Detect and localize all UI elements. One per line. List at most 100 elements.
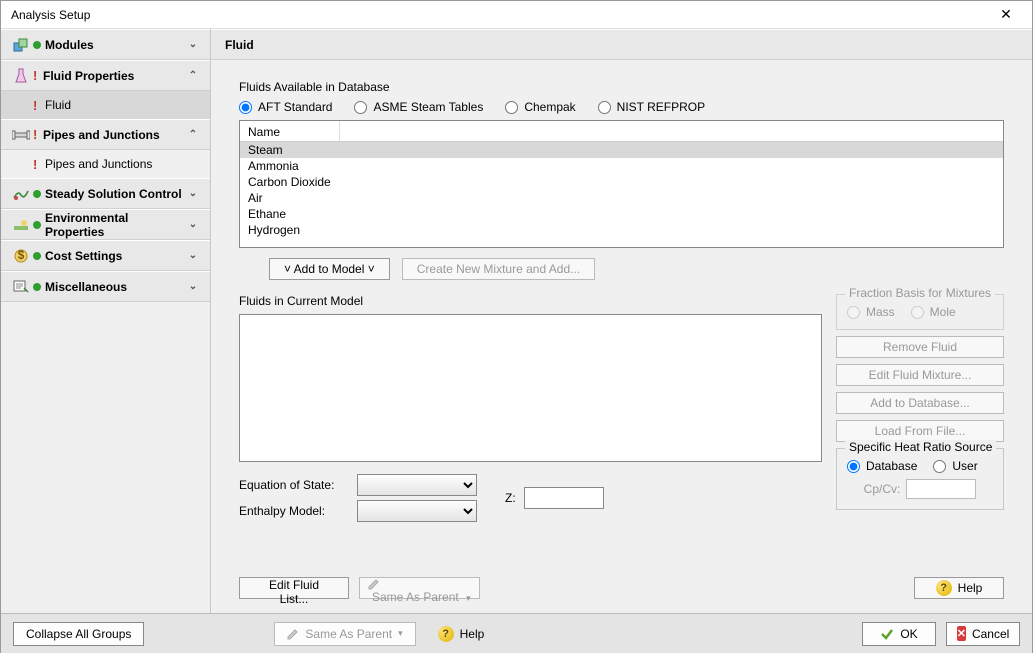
status-dot-icon: [33, 252, 41, 260]
content-title: Fluid: [211, 29, 1032, 60]
radio-chempak[interactable]: Chempak: [505, 100, 575, 114]
current-label: Fluids in Current Model: [239, 294, 822, 308]
db-label: Fluids Available in Database: [239, 80, 1004, 94]
status-dot-icon: [33, 221, 41, 229]
remove-fluid-button: Remove Fluid: [836, 336, 1004, 358]
chevron-up-icon: ⌃: [184, 129, 202, 140]
sidebar-item-pipes-junctions-sub[interactable]: ! Pipes and Junctions: [1, 150, 210, 178]
list-item[interactable]: Ethane: [240, 206, 1003, 222]
x-icon: ✕: [957, 626, 966, 641]
collapse-all-button[interactable]: Collapse All Groups: [13, 622, 144, 646]
sidebar-label: Fluid: [45, 98, 71, 112]
enthalpy-label: Enthalpy Model:: [239, 504, 349, 518]
sidebar-label: Cost Settings: [45, 249, 184, 263]
check-icon: [880, 627, 894, 641]
current-model-list[interactable]: [239, 314, 822, 462]
z-input[interactable]: [524, 487, 604, 509]
chevron-down-icon: ⌄: [184, 250, 202, 261]
cpcv-label: Cp/Cv:: [864, 482, 901, 496]
load-from-file-button: Load From File...: [836, 420, 1004, 442]
heat-ratio-group: Specific Heat Ratio Source Database User…: [836, 448, 1004, 510]
cancel-button[interactable]: ✕ Cancel: [946, 622, 1020, 646]
chevron-down-icon: ⌄: [184, 39, 202, 50]
add-to-db-button: Add to Database...: [836, 392, 1004, 414]
cost-icon: $: [9, 249, 33, 263]
db-radio-row: AFT Standard ASME Steam Tables Chempak N…: [239, 100, 1004, 114]
pencil-icon: [368, 578, 471, 590]
create-mixture-button: Create New Mixture and Add...: [402, 258, 595, 280]
help-icon: ?: [438, 626, 454, 642]
close-button[interactable]: ✕: [986, 2, 1026, 28]
list-item[interactable]: Ammonia: [240, 158, 1003, 174]
sidebar-item-fluid[interactable]: ! Fluid: [1, 91, 210, 119]
sidebar: Modules ⌄ ! Fluid Properties ⌃ ! Fluid !…: [1, 29, 211, 613]
z-label: Z:: [505, 491, 516, 505]
fraction-basis-group: Fraction Basis for Mixtures Mass Mole: [836, 294, 1004, 330]
modules-icon: [9, 38, 33, 52]
sidebar-label: Environmental Properties: [45, 211, 184, 239]
chevron-up-icon: ⌃: [184, 70, 202, 81]
sidebar-label: Modules: [45, 38, 184, 52]
help-icon: ?: [936, 580, 952, 596]
fluid-database-list[interactable]: Name Steam Ammonia Carbon Dioxide Air Et…: [239, 120, 1004, 248]
radio-user[interactable]: User: [933, 459, 977, 473]
sidebar-item-steady-solution[interactable]: Steady Solution Control ⌄: [1, 178, 210, 209]
sidebar-item-pipes-junctions[interactable]: ! Pipes and Junctions ⌃: [1, 119, 210, 150]
window-title: Analysis Setup: [7, 8, 90, 22]
sidebar-label: Pipes and Junctions: [43, 128, 184, 142]
steady-icon: [9, 187, 33, 201]
edit-fluid-list-button[interactable]: Edit Fluid List...: [239, 577, 349, 599]
chevron-down-icon: ⌄: [184, 281, 202, 292]
warning-icon: !: [33, 68, 39, 83]
list-item[interactable]: Carbon Dioxide: [240, 174, 1003, 190]
list-item[interactable]: Steam: [240, 142, 1003, 158]
chevron-down-icon: ⌄: [184, 188, 202, 199]
flask-icon: [9, 68, 33, 84]
warning-icon: !: [33, 157, 39, 172]
col-name[interactable]: Name: [240, 121, 340, 141]
list-item[interactable]: Hydrogen: [240, 222, 1003, 238]
sidebar-item-cost[interactable]: $ Cost Settings ⌄: [1, 240, 210, 271]
radio-mole: Mole: [911, 305, 956, 319]
enthalpy-select[interactable]: [357, 500, 477, 522]
radio-asme-steam[interactable]: ASME Steam Tables: [354, 100, 483, 114]
cpcv-input: [906, 479, 976, 499]
sidebar-item-misc[interactable]: Miscellaneous ⌄: [1, 271, 210, 302]
sidebar-label: Steady Solution Control: [45, 187, 184, 201]
pipes-icon: [9, 129, 33, 141]
radio-database[interactable]: Database: [847, 459, 917, 473]
eq-state-label: Equation of State:: [239, 478, 349, 492]
misc-icon: [9, 280, 33, 294]
status-dot-icon: [33, 41, 41, 49]
status-dot-icon: [33, 283, 41, 291]
help-button[interactable]: ? Help: [914, 577, 1004, 599]
sidebar-label: Fluid Properties: [43, 69, 184, 83]
radio-aft-standard[interactable]: AFT Standard: [239, 100, 332, 114]
list-header: Name: [240, 121, 1003, 142]
sidebar-label: Pipes and Junctions: [45, 157, 152, 171]
heat-ratio-legend: Specific Heat Ratio Source: [845, 440, 996, 454]
footer-bar: Collapse All Groups Same As Parent ▾ ? H…: [1, 613, 1032, 653]
same-as-parent-button: Same As Parent ▾: [359, 577, 480, 599]
fraction-basis-legend: Fraction Basis for Mixtures: [845, 286, 995, 300]
eq-state-select[interactable]: [357, 474, 477, 496]
content-panel: Fluid Fluids Available in Database AFT S…: [211, 29, 1032, 613]
sidebar-label: Miscellaneous: [45, 280, 184, 294]
environment-icon: [9, 218, 33, 232]
ok-button[interactable]: OK: [862, 622, 936, 646]
chevron-down-icon: ⌄: [184, 219, 202, 230]
title-bar: Analysis Setup ✕: [1, 1, 1032, 29]
edit-mixture-button: Edit Fluid Mixture...: [836, 364, 1004, 386]
footer-help-button[interactable]: ? Help: [426, 622, 497, 646]
radio-nist-refprop[interactable]: NIST REFPROP: [598, 100, 705, 114]
warning-icon: !: [33, 127, 39, 142]
sidebar-item-fluid-properties[interactable]: ! Fluid Properties ⌃: [1, 60, 210, 91]
sidebar-item-modules[interactable]: Modules ⌄: [1, 29, 210, 60]
sidebar-item-environmental[interactable]: Environmental Properties ⌄: [1, 209, 210, 240]
status-dot-icon: [33, 190, 41, 198]
list-item[interactable]: Air: [240, 190, 1003, 206]
svg-text:$: $: [18, 249, 25, 262]
add-to-model-button[interactable]: ˅ Add to Model ˅: [269, 258, 390, 280]
radio-mass: Mass: [847, 305, 895, 319]
pencil-icon: [287, 628, 299, 640]
